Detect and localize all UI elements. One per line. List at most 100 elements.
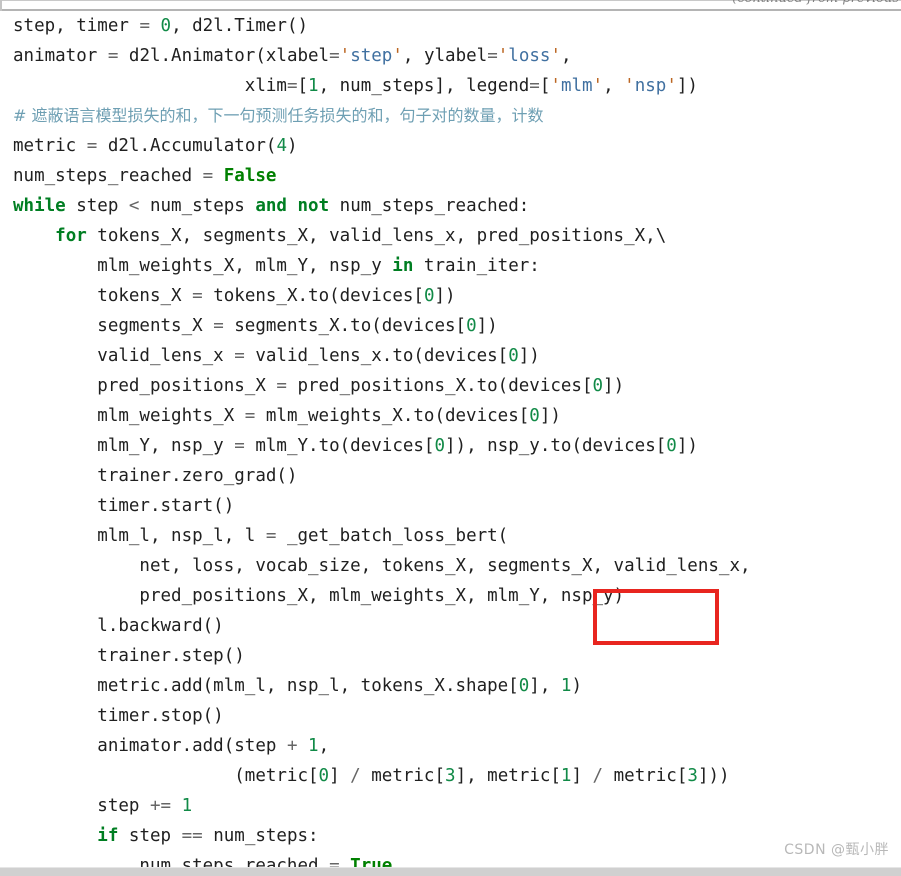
code-token-plain: net, loss, vocab_size, tokens_X, segment… — [13, 556, 751, 576]
code-token-plain: animator.add(step — [13, 736, 287, 756]
code-token-plain: tokens_X.to(devices[ — [202, 286, 424, 306]
clipped-caption-text: (continued from previous — [732, 0, 899, 6]
code-line: mlm_weights_X = mlm_weights_X.to(devices… — [0, 401, 901, 431]
code-token-str: step — [350, 46, 393, 66]
code-token-op: = — [487, 46, 498, 66]
code-token-quote: ' — [497, 46, 509, 66]
code-token-kw: in — [392, 256, 414, 276]
code-token-op: + — [286, 736, 298, 756]
code-token-str: mlm — [560, 76, 593, 96]
code-token-plain: pred_positions_X — [13, 376, 277, 396]
code-token-plain: ]) — [676, 76, 698, 96]
code-token-op: = — [234, 346, 245, 366]
code-token-plain: valid_lens_x — [13, 346, 235, 366]
code-token-plain: ]), nsp_y.to(devices[ — [445, 436, 667, 456]
code-token-op: = — [86, 136, 98, 156]
code-token-plain: num_steps_reached: — [329, 196, 530, 216]
code-token-num: 0 — [466, 316, 477, 336]
code-block[interactable]: step, timer = 0, d2l.Timer() animator = d… — [0, 11, 901, 871]
code-token-num: 0 — [592, 376, 604, 396]
code-line: tokens_X = tokens_X.to(devices[0]) — [0, 281, 901, 311]
code-token-num: 3 — [687, 766, 698, 786]
code-token-quote: ' — [339, 46, 351, 66]
code-token-kw: while — [13, 196, 66, 216]
code-token-plain: tokens_X — [13, 286, 193, 306]
code-token-str: loss — [508, 46, 551, 66]
code-token-plain: ]) — [518, 346, 540, 366]
code-token-plain: mlm_Y, nsp_y — [13, 436, 235, 456]
code-token-op: = — [286, 76, 298, 96]
code-line: pred_positions_X = pred_positions_X.to(d… — [0, 371, 901, 401]
code-token-plain: segments_X.to(devices[ — [223, 316, 467, 336]
code-token-plain: step — [118, 826, 182, 846]
code-token-num: 1 — [560, 676, 572, 696]
code-token-num: 1 — [308, 76, 319, 96]
code-token-op: = — [202, 166, 214, 186]
code-token-plain: , d2l.Timer() — [171, 16, 309, 36]
code-token-plain: num_steps — [139, 196, 256, 216]
code-token-quote: ' — [624, 76, 635, 96]
code-line: metric.add(mlm_l, nsp_l, tokens_X.shape[… — [0, 671, 901, 701]
code-token-plain: step — [65, 196, 129, 216]
code-token-plain: metric[ — [603, 766, 688, 786]
code-token-plain: trainer.step() — [13, 646, 245, 666]
code-line: if step == num_steps: — [0, 821, 901, 851]
bottom-clip-bar — [0, 868, 901, 876]
code-token-plain: num_steps: — [202, 826, 319, 846]
code-line: for tokens_X, segments_X, valid_lens_x, … — [0, 221, 901, 251]
code-line: l.backward() — [0, 611, 901, 641]
code-token-plain: ]) — [603, 376, 625, 396]
code-token-quote: ' — [392, 46, 403, 66]
code-token-plain: timer.stop() — [13, 706, 224, 726]
code-token-plain: ], metric[ — [455, 766, 561, 786]
code-token-num: 0 — [434, 436, 446, 456]
code-token-plain: (metric[ — [13, 766, 319, 786]
code-token-plain: ] — [329, 766, 351, 786]
code-token-plain: _get_batch_loss_bert( — [276, 526, 509, 546]
code-line: (metric[0] / metric[3], metric[1] / metr… — [0, 761, 901, 791]
code-token-num: 0 — [529, 406, 540, 426]
code-token-plain: ]) — [676, 436, 698, 456]
code-token-plain: ) — [286, 136, 298, 156]
code-token-op: = — [529, 76, 540, 96]
code-token-plain: animator — [13, 46, 108, 66]
code-token-plain: ], — [529, 676, 561, 696]
code-line: # 遮蔽语言模型损失的和，下一句预测任务损失的和，句子对的数量，计数 — [0, 101, 901, 131]
code-token-plain: , — [318, 736, 330, 756]
code-token-plain: valid_lens_x.to(devices[ — [244, 346, 509, 366]
code-token-num: 1 — [560, 766, 572, 786]
csdn-watermark: CSDN @甄小胖 — [784, 842, 889, 858]
code-token-kw: for — [55, 226, 87, 246]
code-token-plain: trainer.zero_grad() — [13, 466, 298, 486]
code-token-op: = — [244, 406, 256, 426]
code-token-plain: train_iter: — [413, 256, 540, 276]
code-token-plain: pred_positions_X.to(devices[ — [286, 376, 593, 396]
code-token-plain: tokens_X, segments_X, valid_lens_x, pred… — [86, 226, 667, 246]
code-line: xlim=[1, num_steps], legend=['mlm', 'nsp… — [0, 71, 901, 101]
code-token-plain: l.backward() — [13, 616, 224, 636]
code-token-plain: mlm_weights_X — [13, 406, 245, 426]
code-token-plain: mlm_weights_X, mlm_Y, nsp_y — [13, 256, 393, 276]
code-token-plain: metric — [13, 136, 87, 156]
code-token-num: 0 — [160, 16, 172, 36]
code-line: trainer.step() — [0, 641, 901, 671]
code-token-kw: and — [255, 196, 287, 216]
code-token-plain: step — [13, 796, 150, 816]
code-token-op: < — [128, 196, 140, 216]
code-token-str: nsp — [634, 76, 667, 96]
code-token-plain: , — [603, 76, 625, 96]
code-token-quote: ' — [666, 76, 677, 96]
code-line: animator = d2l.Animator(xlabel='step', y… — [0, 41, 901, 71]
code-token-num: 0 — [423, 286, 435, 306]
code-token-op: == — [181, 826, 203, 846]
code-line: valid_lens_x = valid_lens_x.to(devices[0… — [0, 341, 901, 371]
code-token-num: 0 — [508, 346, 519, 366]
code-token-plain: pred_positions_X, mlm_weights_X, mlm_Y, … — [13, 586, 625, 606]
code-token-plain: ])) — [697, 766, 730, 786]
code-token-plain: , num_steps], legend — [318, 76, 530, 96]
code-line: net, loss, vocab_size, tokens_X, segment… — [0, 551, 901, 581]
